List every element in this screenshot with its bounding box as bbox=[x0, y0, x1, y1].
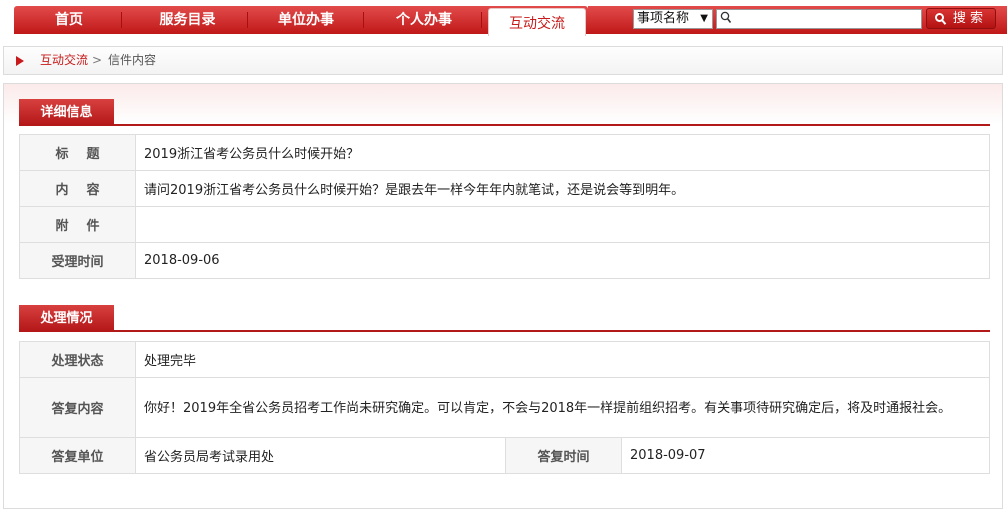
content-value: 请问2019浙江省考公务员什么时候开始？是跟去年一样今年年内就笔试，还是说会等到… bbox=[135, 170, 990, 207]
handling-section-title: 处理情况 bbox=[19, 305, 114, 332]
table-row: 标题 2019浙江省考公务员什么时候开始？ bbox=[19, 134, 990, 171]
nav-item-unit-affairs[interactable]: 单位办事 bbox=[256, 6, 356, 34]
reply-time-label: 答复时间 bbox=[505, 437, 622, 474]
search-input[interactable] bbox=[716, 9, 922, 29]
handling-section-header: 处理情况 bbox=[19, 302, 990, 332]
reply-content-value: 你好！2019年全省公务员招考工作尚未研究确定。可以肯定，不会与2018年一样提… bbox=[135, 377, 990, 438]
title-value: 2019浙江省考公务员什么时候开始？ bbox=[135, 134, 990, 171]
breadcrumb-separator: > bbox=[92, 53, 103, 67]
reply-unit-value: 省公务员局考试录用处 bbox=[135, 437, 506, 474]
nav-separator bbox=[247, 12, 248, 28]
search-button[interactable]: 搜 索 bbox=[926, 8, 996, 29]
nav-item-home[interactable]: 首页 bbox=[24, 6, 114, 34]
nav-separator bbox=[481, 12, 482, 28]
table-row: 处理状态 处理完毕 bbox=[19, 341, 990, 378]
table-row: 受理时间 2018-09-06 bbox=[19, 242, 990, 279]
top-navigation: 首页 服务目录 单位办事 个人办事 互动交流 事项名称 ▼ 搜 索 bbox=[0, 0, 1007, 36]
breadcrumb-link-interaction[interactable]: 互动交流 bbox=[40, 47, 88, 74]
attachment-value bbox=[135, 206, 990, 243]
table-row: 答复内容 你好！2019年全省公务员招考工作尚未研究确定。可以肯定，不会与201… bbox=[19, 377, 990, 438]
status-value: 处理完毕 bbox=[135, 341, 990, 378]
search-button-label: 搜 索 bbox=[952, 11, 984, 26]
title-label: 标题 bbox=[19, 134, 136, 171]
reply-time-value: 2018-09-07 bbox=[621, 437, 990, 474]
search-type-select[interactable]: 事项名称 ▼ bbox=[633, 9, 713, 29]
nav-item-personal-affairs[interactable]: 个人办事 bbox=[374, 6, 474, 34]
nav-separator bbox=[121, 12, 122, 28]
search-icon bbox=[935, 13, 947, 25]
table-row: 内容 请问2019浙江省考公务员什么时候开始？是跟去年一样今年年内就笔试，还是说… bbox=[19, 170, 990, 207]
search-type-value: 事项名称 bbox=[637, 11, 690, 26]
reply-content-label: 答复内容 bbox=[19, 377, 136, 438]
nav-item-service-catalog[interactable]: 服务目录 bbox=[135, 6, 240, 34]
content-label: 内容 bbox=[19, 170, 136, 207]
accept-time-label: 受理时间 bbox=[19, 242, 136, 279]
status-label: 处理状态 bbox=[19, 341, 136, 378]
table-row: 附件 bbox=[19, 206, 990, 243]
detail-section-header: 详细信息 bbox=[19, 96, 990, 126]
breadcrumb: 互动交流 > 信件内容 bbox=[3, 46, 1003, 75]
letter-content-panel: 详细信息 标题 2019浙江省考公务员什么时候开始？ 内容 请问2019浙江省考… bbox=[3, 83, 1003, 509]
handling-table: 处理状态 处理完毕 答复内容 你好！2019年全省公务员招考工作尚未研究确定。可… bbox=[19, 341, 990, 474]
breadcrumb-arrow-icon bbox=[16, 56, 24, 66]
dropdown-arrow-icon: ▼ bbox=[700, 13, 708, 24]
detail-table: 标题 2019浙江省考公务员什么时候开始？ 内容 请问2019浙江省考公务员什么… bbox=[19, 134, 990, 279]
nav-item-interaction[interactable]: 互动交流 bbox=[488, 8, 586, 36]
attachment-label: 附件 bbox=[19, 206, 136, 243]
accept-time-value: 2018-09-06 bbox=[135, 242, 990, 279]
reply-unit-label: 答复单位 bbox=[19, 437, 136, 474]
nav-separator bbox=[363, 12, 364, 28]
detail-section-title: 详细信息 bbox=[19, 99, 114, 126]
table-row: 答复单位 省公务员局考试录用处 答复时间 2018-09-07 bbox=[19, 437, 990, 474]
breadcrumb-current: 信件内容 bbox=[108, 53, 157, 67]
search-icon bbox=[720, 11, 732, 23]
